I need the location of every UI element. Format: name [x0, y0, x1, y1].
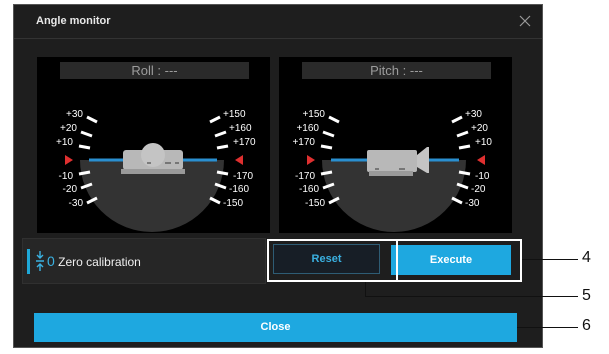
- zero-calibration-icon: [36, 251, 44, 271]
- callout-line-5: [365, 296, 578, 297]
- pitch-left-marker: [307, 155, 315, 165]
- roll-left-scale-1: +30: [66, 109, 83, 120]
- zero-calibration-accent-bar: [27, 249, 30, 274]
- roll-left-scale-5: -20: [63, 184, 78, 195]
- close-button[interactable]: Close: [34, 313, 517, 342]
- reset-callout-box: [267, 239, 398, 282]
- callout-number-6: 6: [582, 317, 591, 334]
- roll-right-scale-2: +160: [229, 123, 252, 134]
- pitch-right-scale-4: -10: [475, 171, 490, 182]
- zero-calibration-label: Zero calibration: [58, 255, 141, 269]
- roll-right-marker: [235, 155, 243, 165]
- roll-camera-icon: [121, 143, 185, 174]
- roll-left-scale-3: +10: [56, 137, 73, 148]
- callout-number-4: 4: [582, 249, 591, 266]
- callout-line-4: [522, 259, 578, 260]
- pitch-left-scale-1: +150: [302, 109, 325, 120]
- pitch-left-scale-4: -170: [295, 171, 315, 182]
- pitch-right-scale-3: +10: [475, 137, 492, 148]
- roll-right-scale-3: +170: [233, 137, 256, 148]
- pitch-right-scale-2: +20: [471, 123, 488, 134]
- roll-left-scale-6: -30: [69, 198, 84, 209]
- dialog-title: Angle monitor: [36, 15, 111, 27]
- pitch-right-scale-5: -20: [471, 184, 486, 195]
- pitch-left-scale-5: -160: [299, 184, 319, 195]
- title-bar: Angle monitor: [14, 5, 542, 37]
- callout-line-6: [517, 327, 578, 328]
- pitch-gauge-panel: Pitch : --- +150 +160 +170 -170 -160 -15…: [279, 57, 512, 233]
- execute-callout-box: [396, 239, 522, 282]
- callout-line-5-vertical: [365, 282, 366, 296]
- pitch-left-scale-6: -150: [305, 198, 325, 209]
- pitch-left-scale-2: +160: [296, 123, 319, 134]
- roll-gauge: +30 +20 +10 -10 -20 -30 +150 +160 +170 -…: [56, 109, 256, 232]
- roll-right-scale-5: -160: [229, 184, 249, 195]
- roll-gauge-panel: Roll : --- +30 +20 +10 -10 -20 -30 +150 …: [37, 57, 270, 233]
- title-separator: [14, 38, 542, 39]
- pitch-left-scale-3: +170: [292, 137, 315, 148]
- roll-left-scale-4: -10: [59, 171, 74, 182]
- pitch-right-scale-6: -30: [465, 198, 480, 209]
- roll-right-scale-6: -150: [223, 198, 243, 209]
- zero-calibration-row: 0 Zero calibration: [22, 238, 266, 284]
- pitch-right-scale-1: +30: [465, 109, 482, 120]
- roll-right-scale-4: -170: [233, 171, 253, 182]
- roll-left-scale-2: +20: [60, 123, 77, 134]
- pitch-right-marker: [477, 155, 485, 165]
- close-icon[interactable]: [518, 14, 532, 28]
- callout-number-5: 5: [582, 287, 591, 304]
- roll-right-scale-1: +150: [223, 109, 246, 120]
- roll-left-marker: [65, 155, 73, 165]
- pitch-gauge: +150 +160 +170 -170 -160 -150 +30 +20 +1…: [292, 109, 492, 232]
- zero-calibration-zero: 0: [47, 253, 55, 269]
- zero-calibration-text: 0 Zero calibration: [47, 253, 141, 269]
